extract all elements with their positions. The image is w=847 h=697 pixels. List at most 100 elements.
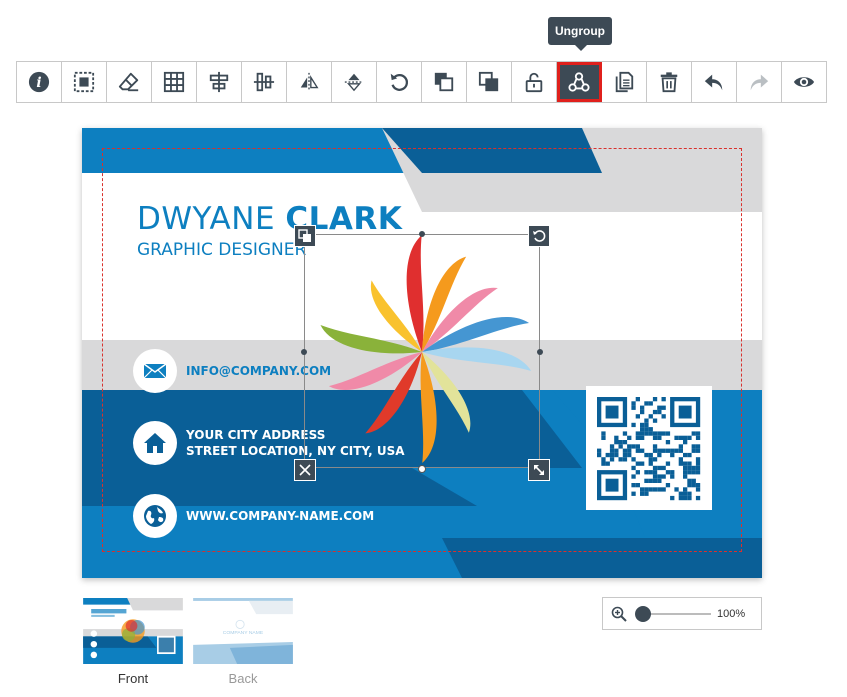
duplicate-button[interactable] bbox=[602, 62, 647, 102]
qr-module bbox=[644, 427, 649, 432]
qr-module bbox=[683, 440, 688, 445]
qr-module bbox=[657, 478, 662, 483]
qr-module bbox=[648, 414, 653, 419]
qr-module bbox=[678, 444, 683, 449]
preview-button[interactable] bbox=[782, 62, 826, 102]
qr-module bbox=[648, 431, 653, 436]
back-thumbnail[interactable]: COMPANY NAME bbox=[192, 598, 294, 664]
zoom-slider-knob[interactable] bbox=[635, 605, 651, 622]
qr-module bbox=[635, 414, 640, 419]
qr-module bbox=[652, 470, 658, 475]
qr-module bbox=[627, 448, 632, 453]
person-name[interactable]: DWYANE CLARK bbox=[137, 201, 402, 237]
business-card-canvas[interactable]: DWYANE CLARK GRAPHIC DESIGNER INFO@COMPA… bbox=[82, 128, 762, 578]
qr-module bbox=[670, 474, 675, 479]
resize-handle-top[interactable] bbox=[419, 231, 425, 237]
qr-module bbox=[652, 418, 658, 423]
qr-module bbox=[644, 487, 649, 492]
front-thumbnail-preview bbox=[83, 598, 183, 664]
qr-module bbox=[609, 444, 615, 449]
qr-module bbox=[683, 495, 688, 501]
select-all-icon bbox=[73, 71, 95, 93]
back-thumbnail-label[interactable]: Back bbox=[192, 671, 294, 686]
qr-module bbox=[605, 452, 610, 458]
zoom-in-icon[interactable] bbox=[611, 606, 627, 622]
job-title[interactable]: GRAPHIC DESIGNER bbox=[137, 240, 306, 260]
zoom-value: 100% bbox=[717, 607, 746, 620]
qr-module bbox=[644, 418, 649, 423]
duplicate-handle[interactable] bbox=[294, 225, 316, 247]
flip-horizontal-button[interactable] bbox=[287, 62, 332, 102]
qr-module bbox=[635, 444, 640, 449]
qr-module bbox=[601, 461, 606, 466]
qr-module bbox=[657, 435, 662, 440]
qr-module bbox=[652, 444, 658, 449]
qr-module bbox=[597, 452, 602, 458]
zoom-control: 100% bbox=[602, 597, 762, 630]
qr-module bbox=[670, 452, 675, 458]
qr-module bbox=[631, 401, 636, 406]
qr-module bbox=[614, 435, 619, 440]
resize-handle-right[interactable] bbox=[537, 349, 543, 355]
qr-module bbox=[622, 448, 628, 453]
ungroup-button[interactable] bbox=[557, 62, 602, 102]
redo-button[interactable] bbox=[737, 62, 782, 102]
qr-module bbox=[695, 444, 701, 449]
rotate-handle[interactable] bbox=[528, 225, 550, 247]
front-thumbnail[interactable] bbox=[82, 598, 184, 664]
eraser-button[interactable] bbox=[107, 62, 152, 102]
align-vertical-button[interactable] bbox=[242, 62, 287, 102]
qr-module bbox=[648, 487, 653, 492]
align-horizontal-button[interactable] bbox=[197, 62, 242, 102]
qr-module bbox=[644, 452, 649, 458]
send-backward-button[interactable] bbox=[422, 62, 467, 102]
qr-module bbox=[635, 461, 640, 466]
qr-module bbox=[644, 422, 649, 428]
flower-logo[interactable] bbox=[304, 234, 540, 468]
qr-module bbox=[691, 444, 696, 449]
qr-module bbox=[691, 483, 696, 488]
bring-forward-button[interactable] bbox=[467, 62, 512, 102]
qr-code[interactable] bbox=[586, 386, 712, 510]
qr-module bbox=[683, 474, 688, 479]
qr-module bbox=[614, 452, 619, 458]
qr-module bbox=[683, 491, 688, 496]
qr-module bbox=[657, 452, 662, 458]
lock-button[interactable] bbox=[512, 62, 557, 102]
rotate-button[interactable] bbox=[377, 62, 422, 102]
qr-module bbox=[678, 461, 683, 466]
qr-module bbox=[640, 405, 645, 410]
qr-module bbox=[687, 465, 692, 471]
front-thumbnail-label[interactable]: Front bbox=[82, 671, 184, 686]
eraser-icon bbox=[118, 72, 139, 92]
qr-module bbox=[635, 448, 640, 453]
qr-module bbox=[695, 483, 701, 488]
back-logo-text: COMPANY NAME bbox=[223, 630, 264, 636]
qr-module bbox=[644, 401, 649, 406]
resize-handle-left[interactable] bbox=[301, 349, 307, 355]
grid-button[interactable] bbox=[152, 62, 197, 102]
qr-module bbox=[687, 491, 692, 496]
info-button[interactable]: i bbox=[17, 62, 62, 102]
qr-module bbox=[631, 491, 636, 496]
editor-toolbar: i bbox=[16, 61, 827, 103]
flip-vertical-button[interactable] bbox=[332, 62, 377, 102]
qr-module bbox=[652, 474, 658, 479]
delete-button[interactable] bbox=[647, 62, 692, 102]
scale-handle[interactable] bbox=[528, 459, 550, 481]
qr-module bbox=[665, 461, 671, 466]
qr-module bbox=[678, 457, 683, 462]
undo-button[interactable] bbox=[692, 62, 737, 102]
back-thumbnail-preview: COMPANY NAME bbox=[193, 598, 293, 664]
select-all-button[interactable] bbox=[62, 62, 107, 102]
qr-module bbox=[644, 431, 649, 436]
qr-module bbox=[652, 487, 658, 492]
resize-handle-bottom[interactable] bbox=[418, 465, 426, 473]
qr-module bbox=[648, 452, 653, 458]
email-row[interactable]: INFO@COMPANY.COM bbox=[133, 349, 331, 393]
qr-module bbox=[631, 474, 636, 479]
zoom-slider-track[interactable] bbox=[635, 605, 711, 622]
qr-module bbox=[661, 474, 666, 479]
delete-handle[interactable] bbox=[294, 459, 316, 481]
website-row[interactable]: WWW.COMPANY-NAME.COM bbox=[133, 494, 374, 538]
